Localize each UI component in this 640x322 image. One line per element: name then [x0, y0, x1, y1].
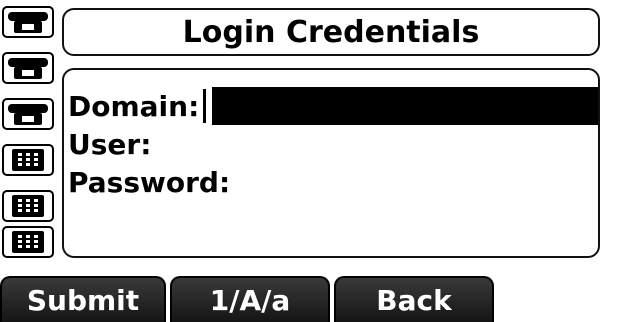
text-cursor — [203, 89, 207, 123]
domain-input[interactable] — [212, 87, 598, 125]
login-form: Domain: User: Password: — [62, 68, 600, 258]
keypad-icon — [12, 149, 44, 171]
password-row[interactable]: Password: — [68, 164, 230, 200]
line-key-6[interactable] — [2, 226, 54, 258]
handset-icon — [8, 12, 48, 33]
keypad-icon — [12, 195, 44, 217]
domain-row: Domain: — [68, 87, 598, 125]
line-key-4[interactable] — [2, 144, 54, 176]
password-label: Password: — [68, 165, 231, 199]
line-key-1[interactable] — [2, 6, 54, 38]
handset-icon — [8, 104, 48, 125]
back-softkey[interactable]: Back — [334, 276, 494, 322]
line-key-2[interactable] — [2, 52, 54, 84]
softkey-bar: Submit 1/A/a Back — [0, 276, 640, 322]
user-label: User: — [68, 127, 152, 161]
line-key-3[interactable] — [2, 98, 54, 130]
input-mode-softkey[interactable]: 1/A/a — [170, 276, 330, 322]
phone-screen: Login Credentials Domain: User: Password… — [0, 0, 640, 322]
screen-title: Login Credentials — [182, 14, 480, 50]
submit-softkey[interactable]: Submit — [0, 276, 166, 322]
line-key-5[interactable] — [2, 190, 54, 222]
keypad-icon — [12, 231, 44, 253]
user-row[interactable]: User: — [68, 126, 151, 162]
screen-title-box: Login Credentials — [62, 8, 600, 56]
handset-icon — [8, 58, 48, 79]
domain-label: Domain: — [68, 89, 200, 123]
